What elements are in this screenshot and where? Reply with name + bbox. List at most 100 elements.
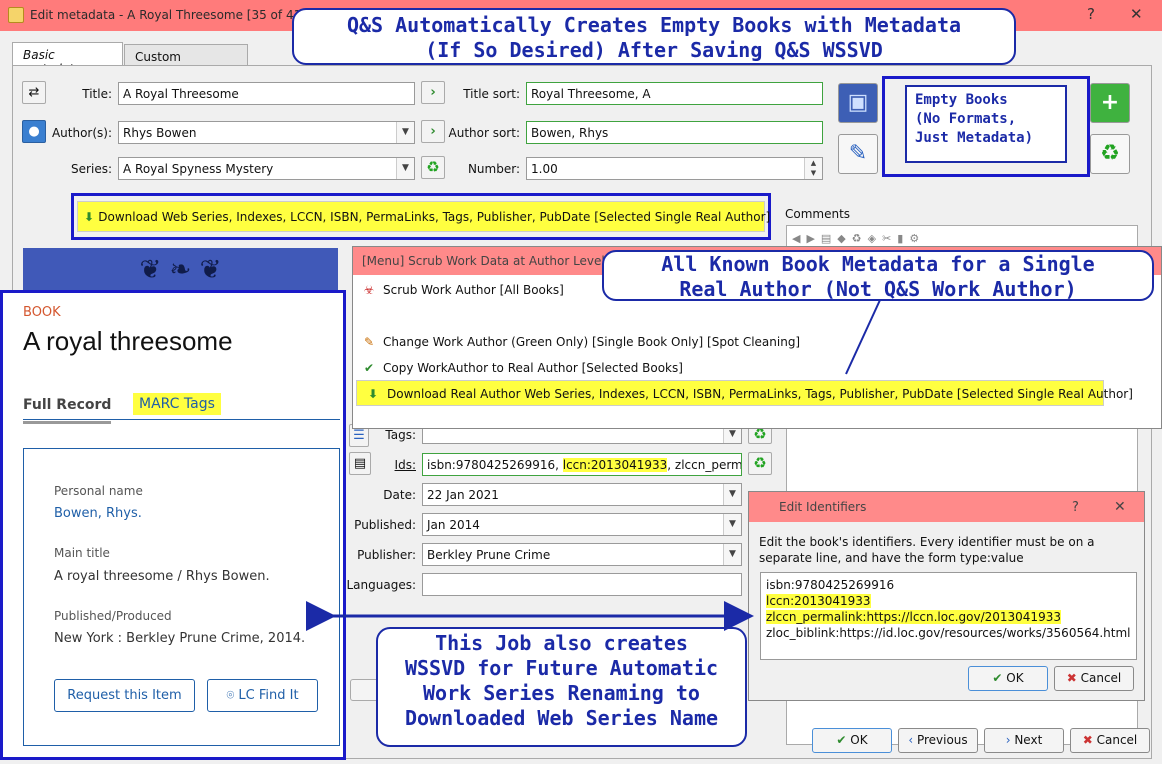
author-field[interactable]: Rhys Bowen ▼ [118,121,415,144]
languages-label: Languages: [346,578,416,592]
title-sort-field[interactable]: Royal Threesome, A [526,82,823,105]
cancel-x-icon: ✖ [1082,733,1097,747]
check-circle-icon: ✔ [363,361,375,375]
recycle-icon[interactable]: ♻ [748,452,772,475]
chevron-down-icon[interactable]: ▼ [396,122,414,143]
lc-find-it-button[interactable]: ⌾ LC Find It [207,679,318,712]
swap-title-author-icon[interactable]: ⇄ [22,81,46,104]
title-sort-label: Title sort: [463,87,520,101]
comments-toolbar[interactable]: ◀▶▤◆♻◈✂▮⚙ [792,232,1062,246]
identifiers-help[interactable]: ? [1072,500,1079,515]
ids-value-start: isbn:9780425269916, [427,458,563,472]
chevron-down-icon[interactable]: ▼ [396,158,414,179]
number-field[interactable]: 1.00 ▲ ▼ [526,157,823,180]
check-icon: ✔ [836,733,851,747]
download-bar-label: Download Web Series, Indexes, LCCN, ISBN… [98,210,771,224]
record-title: A royal threesome [23,326,233,356]
cancel-label: Cancel [1080,671,1122,685]
user-icon[interactable]: ● [22,120,46,143]
ids-value-end: , zlccn_permalin [667,458,742,472]
published-produced-value: New York : Berkley Prune Crime, 2014. [54,631,306,646]
main-title-value: A royal threesome / Rhys Bowen. [54,569,270,584]
menu-item-label: Download Real Author Web Series, Indexes… [387,387,1133,401]
personal-name-label: Personal name [54,484,143,498]
ok-button[interactable]: ✔ OK [812,728,892,753]
publisher-label: Publisher: [357,548,416,562]
callout-all-known-metadata: All Known Book Metadata for a Single Rea… [602,250,1154,301]
author-label: Author(s): [51,126,112,140]
identifier-line: zlccn_permalink:https://lccn.loc.gov/201… [766,610,1061,624]
number-label: Number: [467,162,520,176]
spinner-icon[interactable]: ▲ ▼ [804,158,822,179]
tab-basic-metadata[interactable]: Basic metadata [12,42,123,76]
add-format-icon[interactable]: + [1090,83,1130,123]
identifiers-instructions: Edit the book's identifiers. Every ident… [759,535,1095,565]
ok-label: OK [850,733,868,747]
published-value: Jan 2014 [427,518,480,532]
series-label: Series: [71,162,112,176]
ids-label: Ids: [394,458,416,472]
close-icon[interactable]: ✕ [1114,499,1126,515]
tags-label: Tags: [385,428,416,442]
ids-editor-icon[interactable]: ▤ [349,452,371,475]
cover-ornament: ❦ ❧ ❦ [23,248,338,292]
edit-metadata-icon [8,7,24,23]
identifier-line: zloc_biblink:https://id.loc.gov/resource… [766,626,1131,640]
help-button[interactable]: ? [1087,5,1095,23]
published-field[interactable]: Jan 2014 ▼ [422,513,742,536]
callout-wssvd-job: This Job also creates WSSVD for Future A… [376,627,747,747]
personal-name-link[interactable]: Bowen, Rhys. [54,506,142,521]
request-item-button[interactable]: Request this Item [54,679,195,712]
recycle-format-icon[interactable]: ♻ [1090,134,1130,174]
edit-cover-icon[interactable]: ✎ [838,134,878,174]
menu-item-label: Copy WorkAuthor to Real Author [Selected… [383,361,683,375]
date-value: 22 Jan 2021 [427,488,499,502]
comments-label: Comments [785,207,851,221]
chevron-down-icon[interactable]: ▼ [723,484,741,505]
cover-icon[interactable]: ▣ [838,83,878,123]
identifier-line: isbn:9780425269916 [766,578,895,592]
menu-item-label: Change Work Author (Green Only) [Single … [383,335,801,349]
tab-divider [23,419,340,420]
menu-item-label: Scrub Work Author [All Books] [383,283,564,297]
series-value: A Royal Spyness Mystery [123,162,274,176]
callout-empty-books: Empty Books (No Formats, Just Metadata) [905,85,1067,163]
chevron-down-icon[interactable]: ▼ [723,514,741,535]
published-label: Published: [354,518,416,532]
publisher-field[interactable]: Berkley Prune Crime ▼ [422,543,742,566]
previous-label: Previous [916,733,968,747]
recycle-icon[interactable]: ♻ [421,156,445,179]
series-field[interactable]: A Royal Spyness Mystery ▼ [118,157,415,180]
next-button[interactable]: › Next [984,728,1064,753]
date-field[interactable]: 22 Jan 2021 ▼ [422,483,742,506]
window-title: Edit metadata - A Royal Threesome [35 of… [30,8,306,22]
tab-custom-metadata[interactable]: Custom metadata [124,44,248,78]
menu-item-download-real-author[interactable]: ⬇ Download Real Author Web Series, Indexe… [356,380,1133,406]
ids-field[interactable]: isbn:9780425269916, lccn:2013041933, zlc… [422,453,742,476]
identifier-line: lccn:2013041933 [766,594,871,608]
main-title-label: Main title [54,546,110,560]
pencil-icon: ✎ [363,335,375,349]
close-icon[interactable]: ✕ [1130,5,1143,23]
lc-find-it-label: LC Find It [238,688,299,703]
author-value: Rhys Bowen [123,126,197,140]
menu-item-change-work-author[interactable]: ✎ Change Work Author (Green Only) [Single… [353,329,1161,355]
previous-button[interactable]: ‹ Previous [898,728,978,753]
author-arrow-button[interactable]: › [421,120,445,143]
download-web-series-button[interactable]: ⬇ Download Web Series, Indexes, LCCN, IS… [77,201,770,232]
identifiers-ok-button[interactable]: ✔ OK [968,666,1048,691]
menu-item-copy-workauthor[interactable]: ✔ Copy WorkAuthor to Real Author [Selecte… [353,355,1161,381]
title-arrow-button[interactable]: › [421,81,445,104]
edit-identifiers-dialog: Edit Identifiers ? ✕ Edit the book's ide… [748,491,1145,701]
tab-marc-tags[interactable]: MARC Tags [133,393,221,415]
title-label: Title: [82,87,112,101]
languages-field[interactable] [422,573,742,596]
chevron-down-icon[interactable]: ▼ [723,544,741,565]
download-arrow-icon: ⬇ [367,387,379,401]
identifiers-textarea[interactable]: isbn:9780425269916 lccn:2013041933 zlccn… [760,572,1137,660]
cancel-button[interactable]: ✖ Cancel [1070,728,1150,753]
identifiers-cancel-button[interactable]: ✖ Cancel [1054,666,1134,691]
title-field[interactable]: A Royal Threesome [118,82,415,105]
author-sort-label: Author sort: [448,126,521,140]
author-sort-field[interactable]: Bowen, Rhys [526,121,823,144]
